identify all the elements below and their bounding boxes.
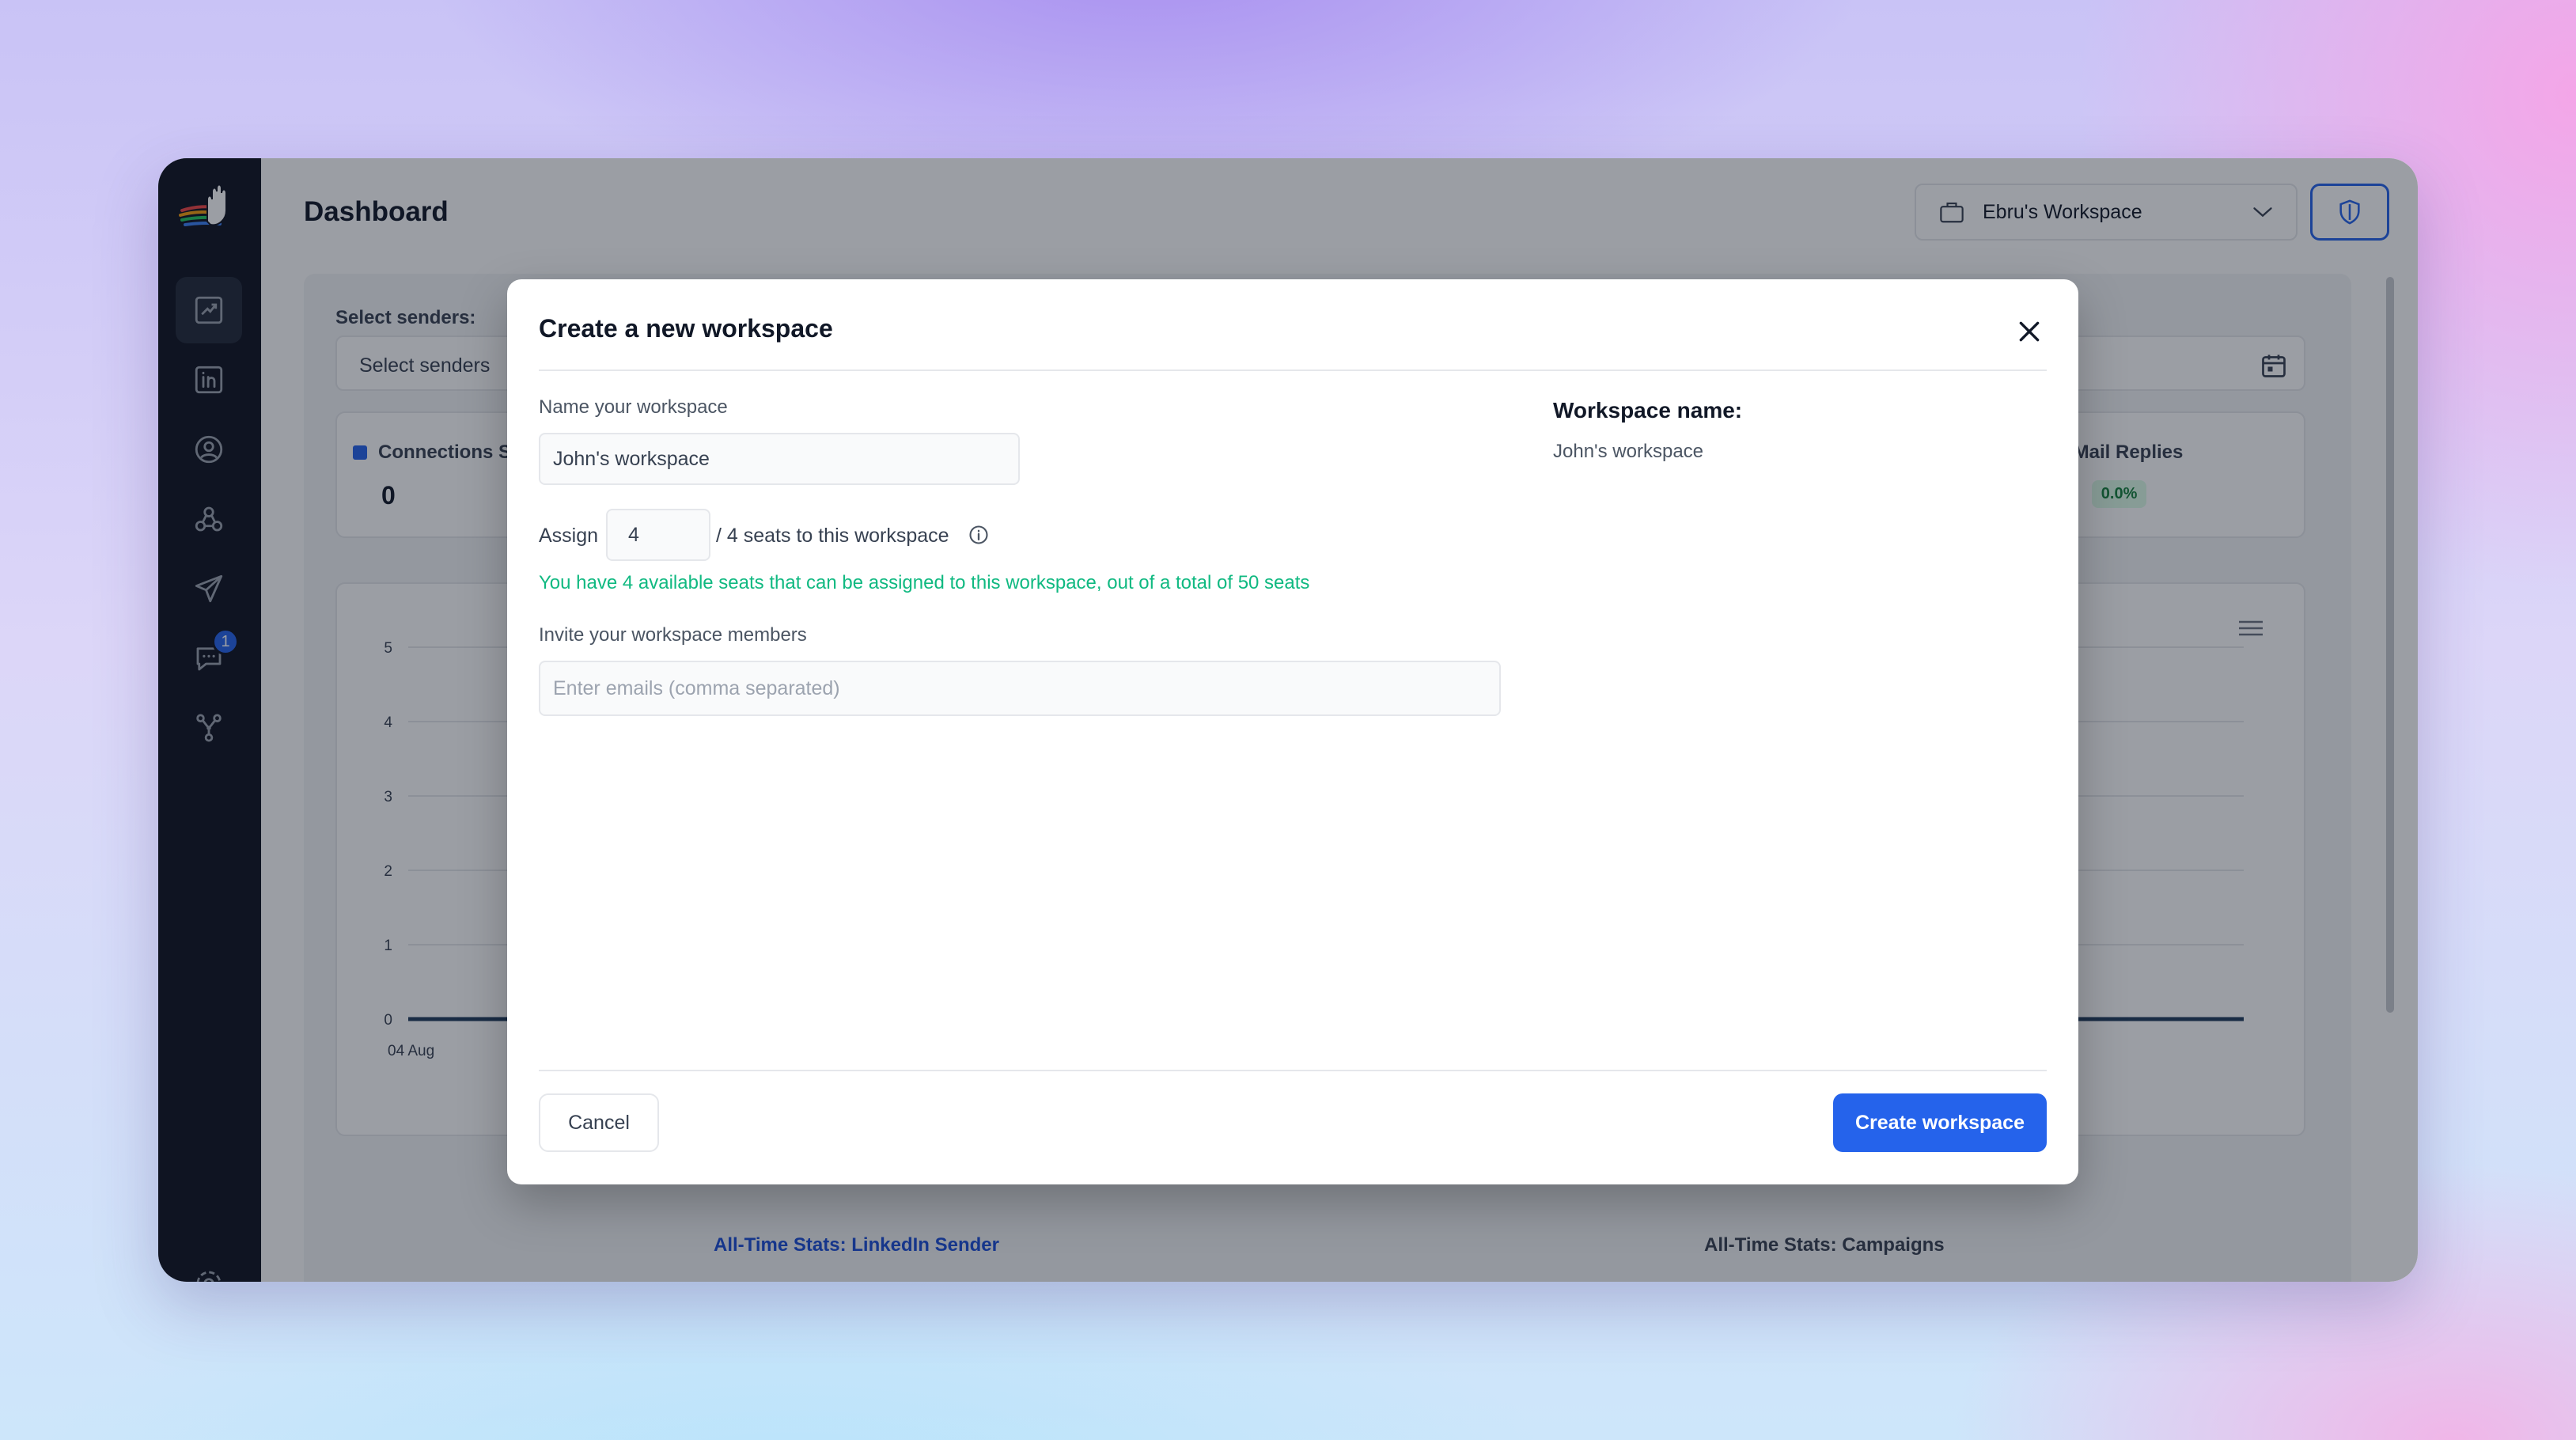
modal-title: Create a new workspace — [539, 314, 833, 343]
invite-label: Invite your workspace members — [539, 624, 807, 646]
preview-workspace-name: John's workspace — [1553, 441, 1704, 462]
seats-availability-note: You have 4 available seats that can be a… — [539, 572, 1310, 593]
create-workspace-modal: Create a new workspace Name your workspa… — [507, 279, 2078, 1184]
workspace-name-input[interactable] — [539, 433, 1020, 485]
seats-input[interactable] — [606, 509, 710, 561]
preview-heading: Workspace name: — [1553, 398, 1743, 423]
cancel-button[interactable]: Cancel — [539, 1093, 659, 1152]
close-icon — [2019, 321, 2040, 342]
divider — [539, 1070, 2047, 1071]
assign-label: Assign — [539, 525, 599, 547]
create-workspace-button[interactable]: Create workspace — [1833, 1093, 2047, 1152]
invite-emails-input[interactable] — [539, 661, 1501, 716]
name-label: Name your workspace — [539, 396, 728, 418]
divider — [539, 369, 2047, 371]
close-button[interactable] — [2013, 316, 2045, 347]
seats-suffix: / 4 seats to this workspace — [716, 525, 949, 547]
info-icon[interactable] — [968, 524, 990, 546]
